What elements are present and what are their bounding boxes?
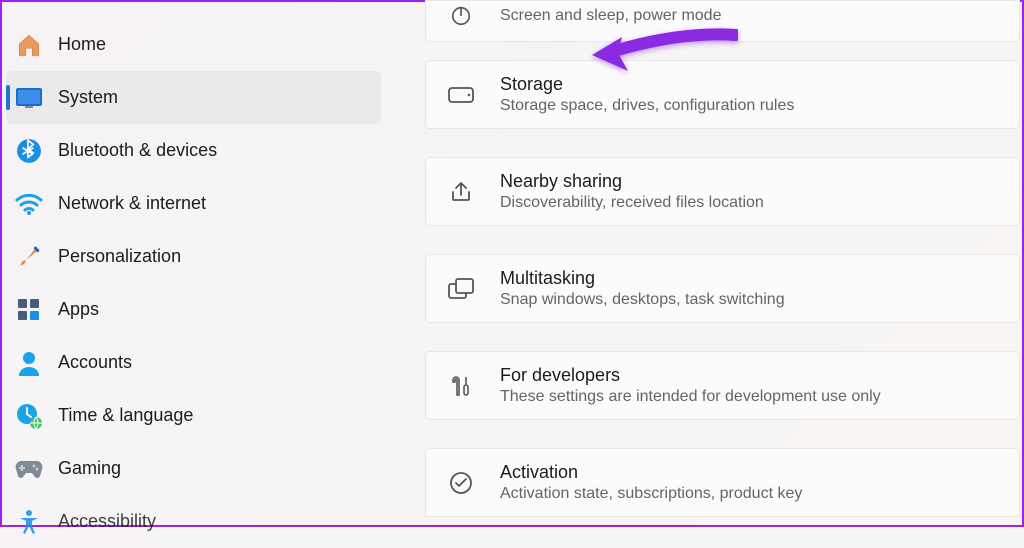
tools-icon [446, 371, 476, 401]
sidebar-item-accounts[interactable]: Accounts [6, 336, 381, 389]
card-sub: Snap windows, desktops, task switching [500, 291, 785, 309]
gamepad-icon [14, 454, 44, 484]
card-title: Storage [500, 74, 794, 95]
sidebar-item-label: System [58, 87, 118, 108]
sidebar-item-label: Apps [58, 299, 99, 320]
home-icon [14, 30, 44, 60]
card-sub: Storage space, drives, configuration rul… [500, 97, 794, 115]
card-activation[interactable]: Activation Activation state, subscriptio… [425, 448, 1020, 517]
card-for-developers[interactable]: For developers These settings are intend… [425, 351, 1020, 420]
bluetooth-icon [14, 136, 44, 166]
paintbrush-icon [14, 242, 44, 272]
sidebar-item-personalization[interactable]: Personalization [6, 230, 381, 283]
sidebar-item-bluetooth[interactable]: Bluetooth & devices [6, 124, 381, 177]
sidebar-item-label: Home [58, 34, 106, 55]
sidebar-item-network[interactable]: Network & internet [6, 177, 381, 230]
sidebar-item-accessibility[interactable]: Accessibility [6, 495, 381, 548]
multitask-icon [446, 274, 476, 304]
card-title: Activation [500, 462, 802, 483]
check-circle-icon [446, 468, 476, 498]
sidebar: Home System Bluetooth & devices Network … [2, 2, 387, 525]
card-title: For developers [500, 365, 881, 386]
drive-icon [446, 80, 476, 110]
card-nearby-sharing[interactable]: Nearby sharing Discoverability, received… [425, 157, 1020, 226]
card-storage[interactable]: Storage Storage space, drives, configura… [425, 60, 1020, 129]
sidebar-item-gaming[interactable]: Gaming [6, 442, 381, 495]
sidebar-item-label: Network & internet [58, 193, 206, 214]
sidebar-item-label: Accessibility [58, 511, 156, 532]
card-text: Storage Storage space, drives, configura… [500, 74, 794, 115]
sidebar-item-home[interactable]: Home [6, 18, 381, 71]
card-text: Nearby sharing Discoverability, received… [500, 171, 764, 212]
main-content: Screen and sleep, power mode Storage Sto… [425, 2, 1020, 525]
card-title: Multitasking [500, 268, 785, 289]
card-sub: These settings are intended for developm… [500, 388, 881, 406]
accessibility-icon [14, 507, 44, 537]
power-icon [446, 1, 476, 31]
card-text: Screen and sleep, power mode [500, 7, 721, 25]
sidebar-item-label: Gaming [58, 458, 121, 479]
sidebar-item-label: Accounts [58, 352, 132, 373]
card-multitasking[interactable]: Multitasking Snap windows, desktops, tas… [425, 254, 1020, 323]
card-power[interactable]: Screen and sleep, power mode [425, 0, 1020, 42]
sidebar-item-label: Personalization [58, 246, 181, 267]
card-sub: Screen and sleep, power mode [500, 7, 721, 25]
sidebar-item-label: Bluetooth & devices [58, 140, 217, 161]
card-title: Nearby sharing [500, 171, 764, 192]
sidebar-item-system[interactable]: System [6, 71, 381, 124]
apps-icon [14, 295, 44, 325]
system-icon [14, 83, 44, 113]
sidebar-item-time-language[interactable]: Time & language [6, 389, 381, 442]
card-text: Activation Activation state, subscriptio… [500, 462, 802, 503]
card-text: For developers These settings are intend… [500, 365, 881, 406]
card-sub: Discoverability, received files location [500, 194, 764, 212]
sidebar-item-label: Time & language [58, 405, 193, 426]
card-sub: Activation state, subscriptions, product… [500, 485, 802, 503]
clock-globe-icon [14, 401, 44, 431]
card-text: Multitasking Snap windows, desktops, tas… [500, 268, 785, 309]
sidebar-item-apps[interactable]: Apps [6, 283, 381, 336]
person-icon [14, 348, 44, 378]
share-icon [446, 177, 476, 207]
wifi-icon [14, 189, 44, 219]
